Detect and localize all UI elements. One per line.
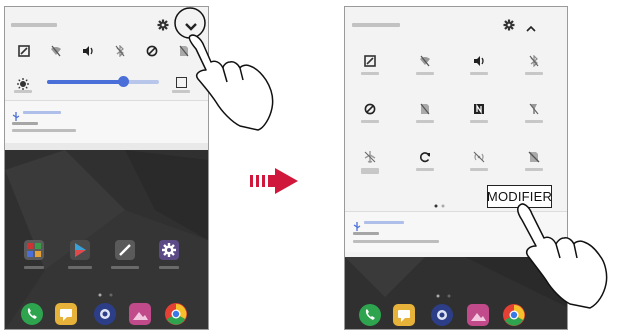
pointing-hand-right [517, 203, 608, 309]
illustration-overlay [174, 7, 608, 309]
highlight-circle [174, 7, 206, 39]
pointing-hand-left [188, 34, 274, 131]
